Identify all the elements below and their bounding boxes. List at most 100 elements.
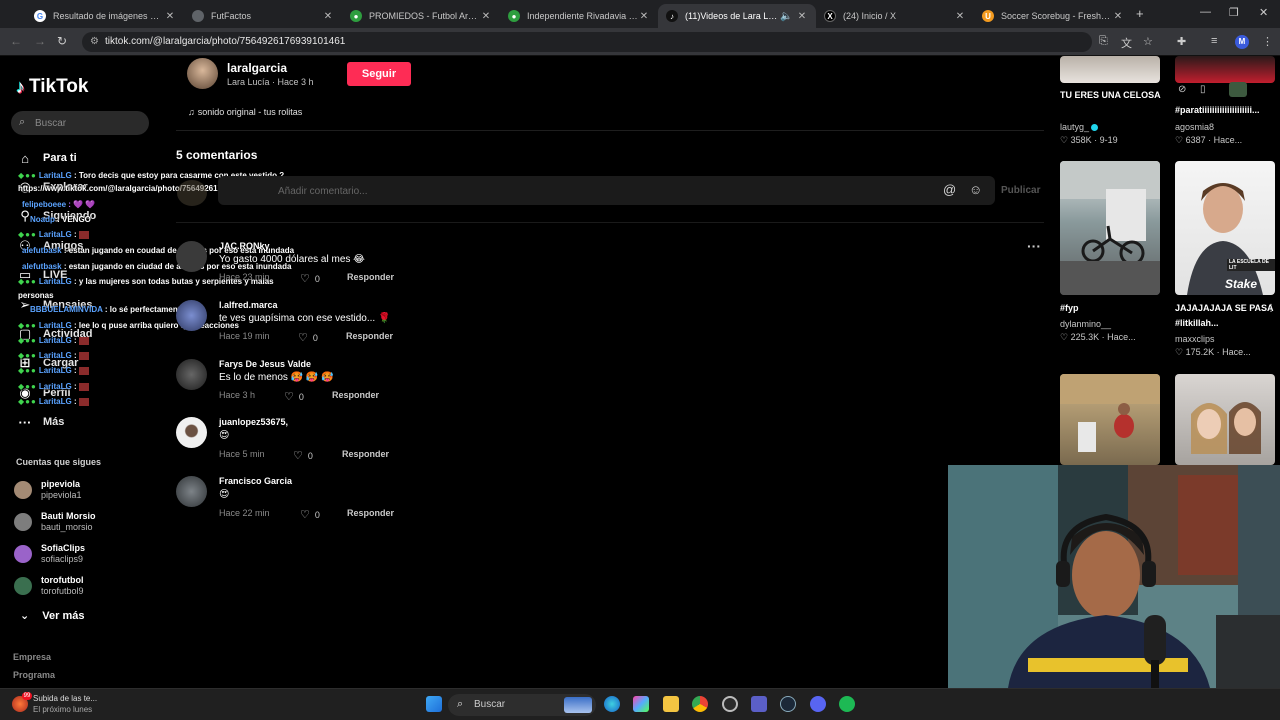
browser-tab[interactable]: X (24) Inicio / X ✕ (816, 4, 974, 28)
edge-icon[interactable] (604, 696, 620, 712)
link-icon[interactable]: ⊘ (1178, 84, 1186, 95)
close-window-icon[interactable]: ✕ (1259, 6, 1268, 19)
browser-tab[interactable]: G Resultado de imágenes de Goo ✕ (26, 4, 184, 28)
video-caption[interactable]: JAJAJAJAJA SE PASA #litkillah... (1175, 301, 1275, 331)
windows-start-icon[interactable] (426, 696, 442, 712)
reply-button[interactable]: Responder (332, 390, 379, 400)
reply-button[interactable]: Responder (347, 508, 394, 518)
video-thumbnail[interactable] (1060, 374, 1160, 465)
menu-kebab-icon[interactable]: ⋮ (1262, 35, 1273, 48)
video-author[interactable]: dylanmino__ (1060, 319, 1111, 329)
video-caption[interactable]: #fyp (1060, 301, 1079, 316)
video-thumbnail[interactable] (1060, 161, 1160, 295)
comment-user[interactable]: l.alfred.marca (219, 300, 278, 310)
taskbar-search[interactable]: ⌕ Buscar (448, 694, 596, 716)
more-options-icon[interactable]: ⋮ (1266, 303, 1276, 314)
comment-avatar[interactable] (176, 417, 207, 448)
translate-icon[interactable]: 文 (1121, 35, 1132, 51)
reply-button[interactable]: Responder (346, 331, 393, 341)
browser-tab[interactable]: FutFactos ✕ (184, 4, 342, 28)
reply-button[interactable]: Responder (342, 449, 389, 459)
comment-user[interactable]: Francisco Garcia (219, 476, 292, 486)
comment-avatar[interactable] (176, 476, 207, 507)
bookmark-star-icon[interactable]: ☆ (1143, 35, 1153, 48)
comment-user[interactable]: JAC.RONky (219, 241, 270, 251)
sidebar-search[interactable]: ⌕ (11, 111, 149, 135)
footer-link-empresa[interactable]: Empresa (13, 652, 51, 662)
comment-avatar[interactable] (176, 241, 207, 272)
close-icon[interactable]: ✕ (1112, 11, 1124, 22)
speaker-icon[interactable]: 🔈 (780, 11, 792, 22)
nav-para-ti[interactable]: ⌂ Para ti (16, 148, 77, 168)
close-icon[interactable]: ✕ (954, 11, 966, 22)
close-icon[interactable]: ✕ (322, 11, 334, 22)
spotify-icon[interactable] (839, 696, 855, 712)
following-account[interactable]: Bauti Morsio bauti_morsio (14, 511, 96, 533)
restore-icon[interactable]: ❐ (1229, 6, 1239, 19)
close-icon[interactable]: ✕ (796, 11, 808, 22)
new-tab-icon[interactable]: + (1136, 6, 1144, 21)
footer-link-programa[interactable]: Programa (13, 670, 55, 680)
discord-icon[interactable] (810, 696, 826, 712)
poster-avatar[interactable] (187, 58, 218, 89)
poster-username[interactable]: laralgarcia (227, 61, 287, 75)
video-thumbnail[interactable]: LA ESCUELA DE LIT Stake (1175, 161, 1275, 295)
video-author[interactable]: agosmia8 (1175, 122, 1214, 132)
like-button[interactable]: ♡ 0 (284, 390, 304, 403)
profile-avatar[interactable]: M (1235, 35, 1249, 49)
site-info-icon[interactable]: ⚙ (90, 36, 99, 47)
search-input[interactable] (35, 114, 140, 132)
comment-input-box[interactable]: @ ☺ (218, 176, 995, 205)
reply-button[interactable]: Responder (347, 272, 394, 282)
video-thumbnail[interactable]: ⊘ (1175, 56, 1275, 83)
like-button[interactable]: ♡ 0 (298, 331, 318, 344)
minimize-icon[interactable]: — (1200, 6, 1211, 18)
sound-link[interactable]: ♫ sonido original - tus rolitas (188, 107, 302, 117)
see-more-button[interactable]: ⌄ Ver más (20, 609, 84, 622)
mention-icon[interactable]: @ (943, 182, 956, 197)
browser-tab[interactable]: ● PROMIEDOS - Futbol Argentino ✕ (342, 4, 500, 28)
close-icon[interactable]: ✕ (638, 11, 650, 22)
teams-icon[interactable] (751, 696, 767, 712)
browser-tab[interactable]: ● Independiente Rivadavia Vs Ri ✕ (500, 4, 658, 28)
following-account[interactable]: pipeviola pipeviola1 (14, 479, 82, 501)
comment-user[interactable]: Farys De Jesus Valde (219, 359, 311, 369)
comment-avatar[interactable] (176, 359, 207, 390)
video-thumbnail[interactable] (1060, 56, 1160, 83)
reload-icon[interactable]: ↻ (57, 34, 67, 48)
close-icon[interactable]: ✕ (164, 11, 176, 22)
video-caption[interactable]: TU ERES UNA CELOSA (1060, 88, 1170, 103)
chrome-icon[interactable] (692, 696, 708, 712)
like-button[interactable]: ♡ 0 (300, 508, 320, 521)
comment-avatar[interactable] (176, 300, 207, 331)
like-button[interactable]: ♡ 0 (300, 272, 320, 285)
publish-button[interactable]: Publicar (1001, 185, 1040, 196)
browser-tab-active[interactable]: ♪ (11)Videos de Lara Lucía (@ 🔈 ✕ (658, 4, 816, 28)
comment-user[interactable]: juanlopez53675, (219, 417, 288, 427)
comment-input[interactable] (278, 182, 878, 200)
steam-icon[interactable] (780, 696, 796, 712)
extensions-icon[interactable]: ✚ (1177, 35, 1186, 48)
video-author[interactable]: lautyg_ (1060, 122, 1099, 132)
tiktok-logo[interactable]: ♪ TikTok (16, 76, 88, 98)
follow-button[interactable]: Seguir (347, 62, 411, 86)
video-caption[interactable]: #paratiiiiiiiiiiiiiiiiiiii... (1175, 103, 1280, 118)
copilot-icon[interactable] (633, 696, 649, 712)
bookmark-icon[interactable]: ▯ (1200, 84, 1206, 95)
video-author[interactable]: maxxclips (1175, 334, 1215, 344)
media-icon[interactable]: ≡ (1211, 35, 1217, 47)
forward-icon[interactable]: → (34, 34, 46, 48)
back-icon[interactable]: ← (10, 34, 22, 48)
obs-icon[interactable] (722, 696, 738, 712)
like-button[interactable]: ♡ 0 (293, 449, 313, 462)
browser-tab[interactable]: U Soccer Scorebug - Fresh - ove ✕ (974, 4, 1132, 28)
file-explorer-icon[interactable] (663, 696, 679, 712)
close-icon[interactable]: ✕ (480, 11, 492, 22)
video-thumbnail[interactable] (1175, 374, 1275, 465)
following-account[interactable]: torofutbol torofutbol9 (14, 575, 84, 597)
more-options-icon[interactable]: ··· (1027, 238, 1041, 254)
following-account[interactable]: SofiaClips sofiaclips9 (14, 543, 85, 565)
install-app-icon[interactable]: ⎘ (1099, 35, 1108, 48)
nav-mas[interactable]: ··· Más (16, 412, 65, 432)
emoji-icon[interactable]: ☺ (969, 182, 982, 197)
